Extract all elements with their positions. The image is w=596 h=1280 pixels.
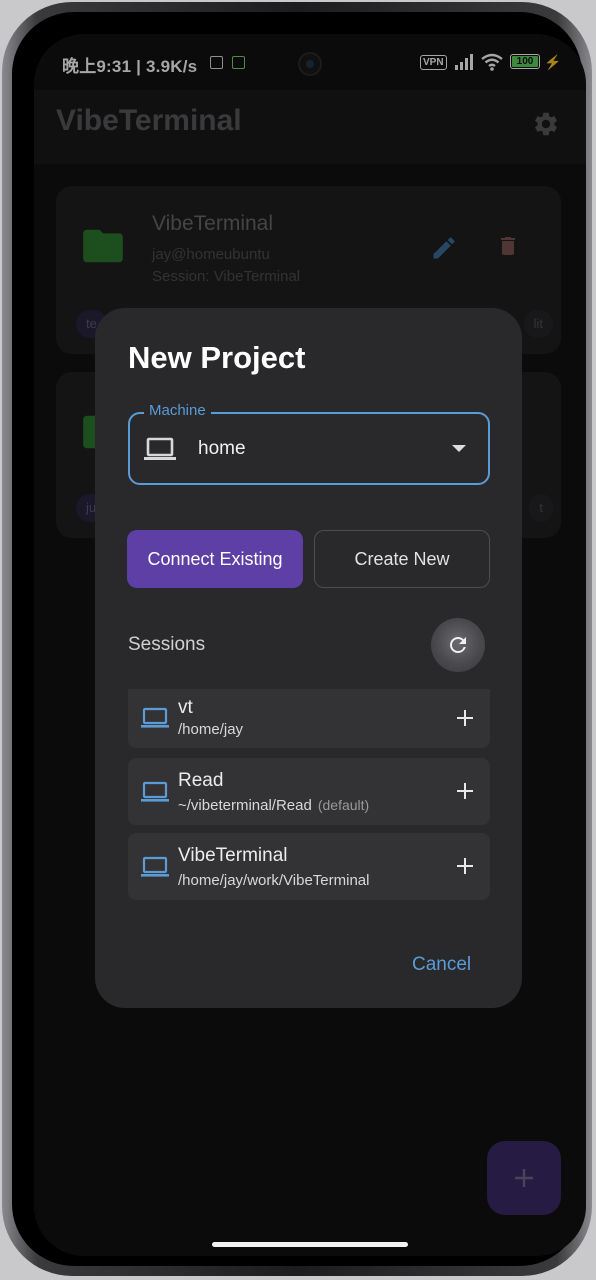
new-project-dialog: New Project Machine home Connect Existin… (95, 308, 522, 1008)
laptop-icon (144, 437, 176, 460)
session-path-text: ~/vibeterminal/Read (178, 797, 312, 814)
sessions-label: Sessions (128, 634, 206, 655)
connect-existing-button[interactable]: Connect Existing (127, 530, 303, 588)
create-new-button[interactable]: Create New (314, 530, 490, 588)
session-item[interactable]: Read ~/vibeterminal/Read (default) (128, 758, 490, 825)
plus-icon[interactable] (456, 857, 474, 875)
plus-icon[interactable] (456, 709, 474, 727)
laptop-icon (141, 781, 169, 802)
machine-label: Machine (144, 402, 211, 419)
phone-bezel: 晚上9:31 | 3.9K/s VPN 100 ⚡ VibeTerminal V… (12, 12, 586, 1266)
refresh-sessions-button[interactable] (431, 618, 485, 672)
session-name: VibeTerminal (178, 845, 288, 866)
plus-icon[interactable] (456, 782, 474, 800)
cancel-button[interactable]: Cancel (412, 954, 471, 976)
laptop-icon (141, 707, 169, 728)
session-item[interactable]: VibeTerminal /home/jay/work/VibeTerminal (128, 833, 490, 900)
laptop-icon (141, 856, 169, 877)
session-path-text: /home/jay (178, 721, 244, 738)
phone-frame: 晚上9:31 | 3.9K/s VPN 100 ⚡ VibeTerminal V… (2, 2, 592, 1276)
session-path: ~/vibeterminal/Read (default) (178, 797, 369, 814)
default-tag: (default) (317, 797, 370, 813)
refresh-icon (450, 637, 466, 653)
session-path-text: /home/jay/work/VibeTerminal (178, 872, 370, 889)
session-name: Read (178, 770, 224, 791)
dialog-title: New Project (128, 340, 306, 375)
session-item[interactable]: vt /home/jay (128, 689, 490, 748)
session-path: /home/jay (178, 721, 243, 738)
session-name: vt (178, 697, 193, 718)
machine-dropdown[interactable]: Machine home (128, 402, 490, 485)
machine-value: home (198, 438, 246, 459)
dropdown-arrow-icon (452, 445, 466, 452)
home-indicator[interactable] (212, 1242, 408, 1247)
screen: 晚上9:31 | 3.9K/s VPN 100 ⚡ VibeTerminal V… (34, 34, 586, 1256)
session-path: /home/jay/work/VibeTerminal (178, 872, 369, 889)
